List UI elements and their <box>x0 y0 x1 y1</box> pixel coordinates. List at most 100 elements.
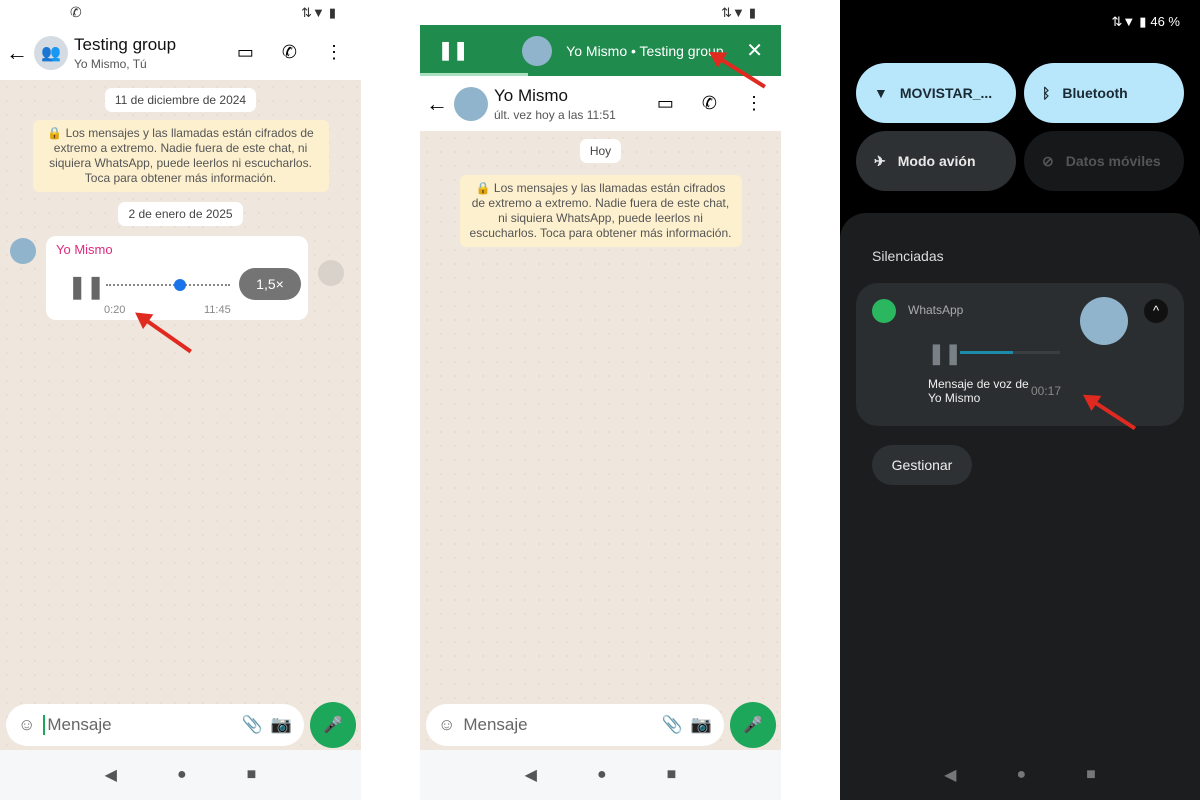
status-bar: ⇅▼ ▮ <box>420 0 781 25</box>
sender-avatar[interactable] <box>10 238 36 264</box>
contact-avatar[interactable] <box>454 86 488 121</box>
nav-recents-icon[interactable]: ■ <box>247 766 257 784</box>
tile-label: Bluetooth <box>1062 85 1128 101</box>
battery-percent: 46 % <box>1150 14 1180 29</box>
mini-player[interactable]: ❚❚ Yo Mismo • Testing group ✕ <box>420 25 781 89</box>
notification-progress-track <box>960 351 1060 354</box>
notification-shade: ⇅▼ ▮ 46 % ▼ MOVISTAR_... ᛒ Bluetooth ✈ Modo … <box>840 0 1200 800</box>
group-avatar[interactable]: 👥 <box>34 35 68 70</box>
attach-icon[interactable]: 📎 <box>242 715 263 735</box>
nav-bar: ◀ ● ■ <box>420 750 781 800</box>
battery-icon: ▮ <box>328 4 336 20</box>
message-input-bar[interactable]: ☺ Mensaje 📎 📷 <box>6 704 304 746</box>
notification-message: Mensaje de voz de Yo Mismo <box>928 377 1029 405</box>
phone-call-icon[interactable]: ✆ <box>282 42 297 63</box>
message-input[interactable]: Mensaje <box>463 715 527 735</box>
chat-title[interactable]: Testing group <box>74 35 176 55</box>
message-input-bar[interactable]: ☺ Mensaje 📎 📷 <box>426 704 724 746</box>
emoji-icon[interactable]: ☺ <box>438 715 455 735</box>
manage-button[interactable]: Gestionar <box>872 445 972 485</box>
nav-home-icon[interactable]: ● <box>177 766 187 784</box>
message-input[interactable]: Mensaje <box>43 715 112 735</box>
encryption-notice[interactable]: 🔒 Los mensajes y las llamadas están cifr… <box>32 120 329 192</box>
forward-icon[interactable] <box>318 260 344 286</box>
mini-player-progress <box>420 73 529 76</box>
video-call-icon[interactable]: ▭ <box>237 42 254 63</box>
tile-label: MOVISTAR_... <box>899 85 993 101</box>
back-arrow-icon[interactable]: ← <box>6 40 28 66</box>
nav-home-icon[interactable]: ● <box>1016 766 1026 784</box>
chat-area: Hoy 🔒 Los mensajes y las llamadas están … <box>420 131 781 750</box>
back-arrow-icon[interactable]: ← <box>426 91 448 117</box>
nav-recents-icon[interactable]: ■ <box>667 766 677 784</box>
emoji-icon[interactable]: ☺ <box>18 715 35 735</box>
chat-screen-group: ✆ ⇅▼ ▮ ← 👥 Testing group Yo Mismo, Tú ▭ ✆… <box>0 0 361 800</box>
chat-subtitle: últ. vez hoy a las 11:51 <box>494 107 616 122</box>
app-name: WhatsApp <box>908 303 964 317</box>
nav-back-icon[interactable]: ◀ <box>944 765 956 785</box>
camera-icon[interactable]: 📷 <box>691 715 712 735</box>
chat-area: 11 de diciembre de 2024 🔒 Los mensajes y… <box>0 80 361 750</box>
chat-header: ← 👥 Testing group Yo Mismo, Tú ▭ ✆ ⋮ <box>0 25 361 80</box>
tile-label: Datos móviles <box>1065 153 1161 169</box>
chat-title[interactable]: Yo Mismo <box>494 86 616 106</box>
mic-button[interactable]: 🎤 <box>310 702 356 748</box>
battery-icon: ▮ <box>1139 14 1147 29</box>
playback-speed-button[interactable]: 1,5× <box>239 268 301 300</box>
whatsapp-icon: ✆ <box>70 4 82 20</box>
whatsapp-icon <box>872 299 896 323</box>
nav-back-icon[interactable]: ◀ <box>105 765 117 785</box>
date-chip: 11 de diciembre de 2024 <box>104 88 257 112</box>
more-options-icon[interactable]: ⋮ <box>745 93 763 114</box>
camera-icon[interactable]: 📷 <box>271 715 292 735</box>
mic-icon: 🎤 <box>743 717 763 734</box>
battery-icon: ▮ <box>748 4 756 20</box>
sender-name[interactable]: Yo Mismo <box>46 236 308 263</box>
nav-back-icon[interactable]: ◀ <box>525 765 537 785</box>
tile-bluetooth[interactable]: ᛒ Bluetooth <box>1024 63 1184 123</box>
notification-progress-fill <box>960 351 1013 354</box>
voice-message-bubble: Yo Mismo ❚❚ 1,5× 0:20 11:45 <box>46 236 308 320</box>
chat-header: ← Yo Mismo últ. vez hoy a las 11:51 ▭ ✆ … <box>420 76 781 131</box>
tile-mobile-data[interactable]: ⊘ Datos móviles <box>1024 131 1184 191</box>
phone-call-icon[interactable]: ✆ <box>702 93 717 114</box>
audio-scrubber[interactable] <box>174 279 186 291</box>
collapse-icon[interactable]: ^ <box>1144 299 1168 323</box>
mobile-data-off-icon: ⊘ <box>1042 152 1054 169</box>
more-options-icon[interactable]: ⋮ <box>325 42 343 63</box>
mic-button[interactable]: 🎤 <box>730 702 776 748</box>
video-call-icon[interactable]: ▭ <box>657 93 674 114</box>
tile-airplane[interactable]: ✈ Modo avión <box>856 131 1016 191</box>
pause-button[interactable]: ❚❚ <box>68 274 105 300</box>
whatsapp-notification[interactable]: WhatsApp ^ ❚❚ Mensaje de voz de Yo Mismo… <box>856 283 1184 426</box>
airplane-icon: ✈ <box>874 152 886 169</box>
signal-icon: ⇅▼ <box>1111 14 1136 29</box>
date-chip: 2 de enero de 2025 <box>118 202 243 226</box>
mic-icon: 🎤 <box>323 717 343 734</box>
tile-wifi[interactable]: ▼ MOVISTAR_... <box>856 63 1016 123</box>
attach-icon[interactable]: 📎 <box>662 715 683 735</box>
pause-button[interactable]: ❚❚ <box>928 341 962 366</box>
close-icon[interactable]: ✕ <box>746 38 763 63</box>
chat-subtitle: Yo Mismo, Tú <box>74 56 147 71</box>
pause-icon[interactable]: ❚❚ <box>438 40 468 61</box>
date-chip: Hoy <box>579 139 622 163</box>
audio-waveform[interactable] <box>106 284 230 286</box>
status-bar: ✆ ⇅▼ ▮ <box>0 0 361 25</box>
chat-screen-contact: ⇅▼ ▮ ❚❚ Yo Mismo • Testing group ✕ ← Yo M… <box>420 0 781 800</box>
sender-avatar <box>1080 297 1128 345</box>
notification-duration: 00:17 <box>1031 384 1062 398</box>
nav-recents-icon[interactable]: ■ <box>1086 766 1096 784</box>
bluetooth-icon: ᛒ <box>1042 85 1051 101</box>
elapsed-time: 0:20 <box>104 304 126 316</box>
encryption-notice[interactable]: 🔒 Los mensajes y las llamadas están cifr… <box>459 175 742 247</box>
nav-bar: ◀ ● ■ <box>840 750 1200 800</box>
nav-home-icon[interactable]: ● <box>597 766 607 784</box>
status-bar: ⇅▼ ▮ 46 % <box>1111 14 1180 30</box>
mini-player-label: Yo Mismo • Testing group <box>566 42 724 59</box>
tile-label: Modo avión <box>897 153 976 169</box>
section-title: Silenciadas <box>872 248 944 264</box>
signal-icon: ⇅▼ <box>301 4 325 20</box>
notifications-panel: Silenciadas WhatsApp ^ ❚❚ Mensaje de voz… <box>840 213 1200 800</box>
annotation-arrow <box>138 314 192 354</box>
